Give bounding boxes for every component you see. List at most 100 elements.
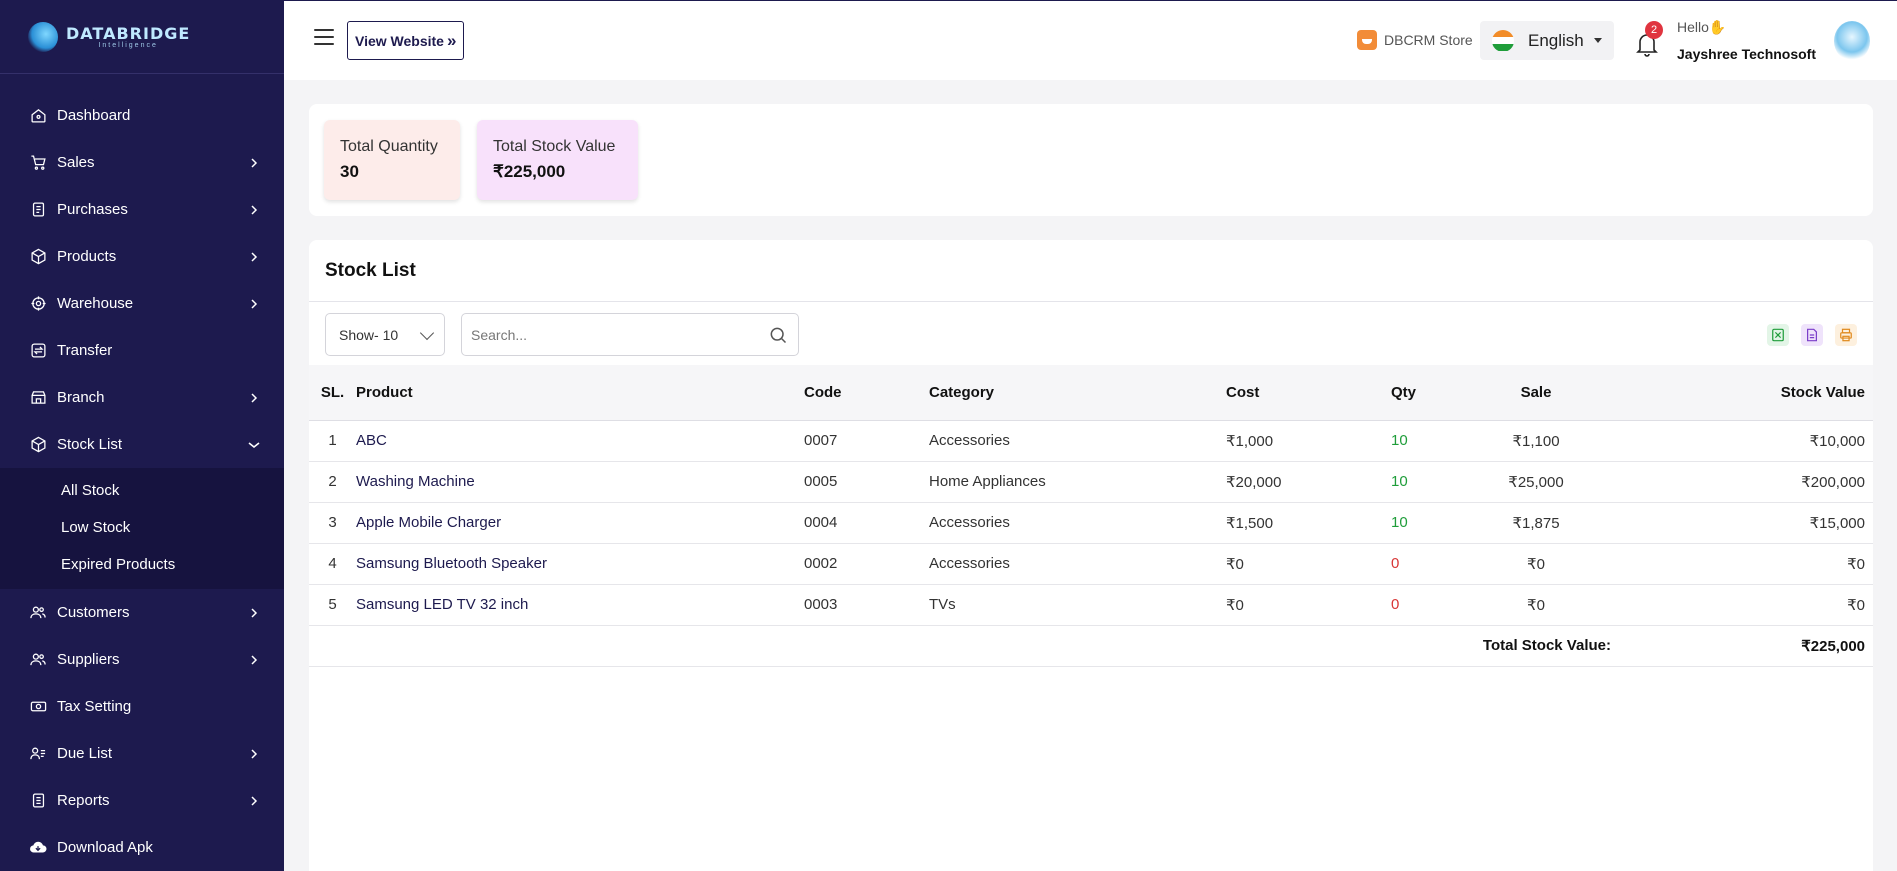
stock-icon: [29, 436, 47, 454]
column-header-stock-value[interactable]: Stock Value: [1621, 365, 1873, 421]
table-row[interactable]: 3 Apple Mobile Charger 0004 Accessories …: [309, 502, 1873, 544]
customers-icon: [29, 604, 47, 622]
cloud-download-icon: [29, 839, 47, 857]
sidebar-item-dashboard[interactable]: Dashboard: [0, 92, 284, 139]
sidebar-item-customers[interactable]: Customers: [0, 589, 284, 636]
search-field[interactable]: Search...: [461, 313, 799, 356]
column-header-sale[interactable]: Sale: [1451, 365, 1621, 421]
table-row[interactable]: 1 ABC 0007 Accessories ₹1,000 10 ₹1,100 …: [309, 420, 1873, 462]
store-name: DBCRM Store: [1384, 32, 1473, 48]
store-selector[interactable]: DBCRM Store: [1357, 30, 1473, 50]
sidebar-item-download-apk[interactable]: Download Apk: [0, 824, 284, 871]
chevron-right-icon: [248, 157, 260, 169]
suppliers-icon: [29, 651, 47, 669]
sidebar-item-suppliers[interactable]: Suppliers: [0, 636, 284, 683]
branch-icon: [29, 389, 47, 407]
search-input[interactable]: Search...: [471, 327, 527, 343]
hamburger-menu-icon[interactable]: [314, 29, 334, 45]
cell-category: Accessories: [929, 502, 1226, 544]
cell-qty: 10: [1391, 420, 1451, 462]
due-list-icon: [29, 745, 47, 763]
cell-product[interactable]: Samsung Bluetooth Speaker: [356, 543, 804, 585]
double-chevron-right-icon: »: [446, 30, 457, 50]
divider: [309, 301, 1873, 302]
column-header-qty[interactable]: Qty: [1391, 365, 1451, 421]
export-toolbar: [1767, 324, 1857, 346]
sidebar: DATABRIDGE Intelligence Dashboard Sales …: [0, 0, 284, 871]
notification-count-badge: 2: [1645, 21, 1663, 39]
search-icon[interactable]: [768, 325, 788, 345]
cell-code: 0003: [804, 584, 929, 626]
brand-title: DATABRIDGE: [66, 24, 191, 43]
sidebar-item-due-list[interactable]: Due List: [0, 730, 284, 777]
column-header-product[interactable]: Product: [356, 365, 804, 421]
sidebar-item-label: Purchases: [57, 201, 128, 218]
print-icon[interactable]: [1835, 324, 1857, 346]
csv-export-icon[interactable]: [1801, 324, 1823, 346]
cell-product[interactable]: Samsung LED TV 32 inch: [356, 584, 804, 626]
total-quantity-value: 30: [340, 162, 359, 181]
sidebar-item-sales[interactable]: Sales: [0, 139, 284, 186]
cell-sl: 5: [309, 584, 356, 626]
language-dropdown[interactable]: English: [1480, 21, 1614, 60]
brand-subtitle: Intelligence: [98, 42, 158, 49]
sidebar-item-label: Reports: [57, 792, 110, 809]
sidebar-subitem-all-stock[interactable]: All Stock: [0, 472, 284, 509]
total-quantity-card: Total Quantity 30: [324, 120, 460, 200]
cell-code: 0004: [804, 502, 929, 544]
cell-cost: ₹0: [1226, 584, 1391, 626]
view-website-button[interactable]: View Website »: [347, 21, 465, 60]
cell-product[interactable]: Washing Machine: [356, 461, 804, 503]
table-row[interactable]: 2 Washing Machine 0005 Home Appliances ₹…: [309, 461, 1873, 503]
excel-export-icon[interactable]: [1767, 324, 1789, 346]
sidebar-item-stock-list[interactable]: Stock List: [0, 421, 284, 468]
cart-icon: [29, 154, 47, 172]
sidebar-item-warehouse[interactable]: Warehouse: [0, 280, 284, 327]
sidebar-item-branch[interactable]: Branch: [0, 374, 284, 421]
user-name[interactable]: Jayshree Technosoft: [1677, 46, 1816, 62]
cell-product[interactable]: ABC: [356, 420, 804, 462]
cell-cost: ₹1,500: [1226, 502, 1391, 544]
column-header-sl[interactable]: SL.: [309, 365, 356, 421]
column-header-cost[interactable]: Cost: [1226, 365, 1391, 421]
sidebar-item-label: Products: [57, 248, 117, 265]
sidebar-item-purchases[interactable]: Purchases: [0, 186, 284, 233]
sidebar-item-tax-setting[interactable]: Tax Setting: [0, 683, 284, 730]
cell-stock-value: ₹15,000: [1621, 502, 1873, 544]
sidebar-item-label: Sales: [57, 154, 95, 171]
cell-category: Accessories: [929, 420, 1226, 462]
sidebar-subitem-low-stock[interactable]: Low Stock: [0, 509, 284, 546]
cell-sale: ₹25,000: [1451, 461, 1621, 503]
brand-logo-icon: [28, 21, 58, 52]
sidebar-item-label: Dashboard: [57, 107, 131, 124]
sidebar-item-reports[interactable]: Reports: [0, 777, 284, 824]
user-avatar[interactable]: [1834, 21, 1870, 61]
stock-list-panel: Stock List Show- 10 Search... SL. Produc…: [309, 240, 1873, 871]
view-website-label: View Website: [355, 32, 444, 49]
cell-sale: ₹0: [1451, 584, 1621, 626]
cell-stock-value: ₹200,000: [1621, 461, 1873, 503]
cell-cost: ₹0: [1226, 543, 1391, 585]
chevron-right-icon: [248, 204, 260, 216]
sidebar-item-transfer[interactable]: Transfer: [0, 327, 284, 374]
chevron-right-icon: [248, 298, 260, 310]
caret-down-icon: [1593, 38, 1602, 43]
table-row[interactable]: 5 Samsung LED TV 32 inch 0003 TVs ₹0 0 ₹…: [309, 584, 1873, 626]
cell-product[interactable]: Apple Mobile Charger: [356, 502, 804, 544]
page-size-select[interactable]: Show- 10: [325, 313, 445, 356]
sidebar-item-label: Branch: [57, 389, 105, 406]
cell-sale: ₹1,875: [1451, 502, 1621, 544]
cell-qty: 0: [1391, 584, 1451, 626]
box-icon: [29, 248, 47, 266]
sidebar-subitem-expired-products[interactable]: Expired Products: [0, 546, 284, 583]
cell-code: 0007: [804, 420, 929, 462]
stock-table: SL. Product Code Category Cost Qty Sale …: [309, 365, 1873, 667]
sidebar-item-products[interactable]: Products: [0, 233, 284, 280]
cell-qty: 10: [1391, 461, 1451, 503]
table-header-row: SL. Product Code Category Cost Qty Sale …: [309, 365, 1873, 421]
column-header-code[interactable]: Code: [804, 365, 929, 421]
table-row[interactable]: 4 Samsung Bluetooth Speaker 0002 Accesso…: [309, 543, 1873, 585]
sidebar-item-label: Download Apk: [57, 839, 153, 856]
brand-logo[interactable]: DATABRIDGE Intelligence: [0, 0, 284, 74]
column-header-category[interactable]: Category: [929, 365, 1226, 421]
